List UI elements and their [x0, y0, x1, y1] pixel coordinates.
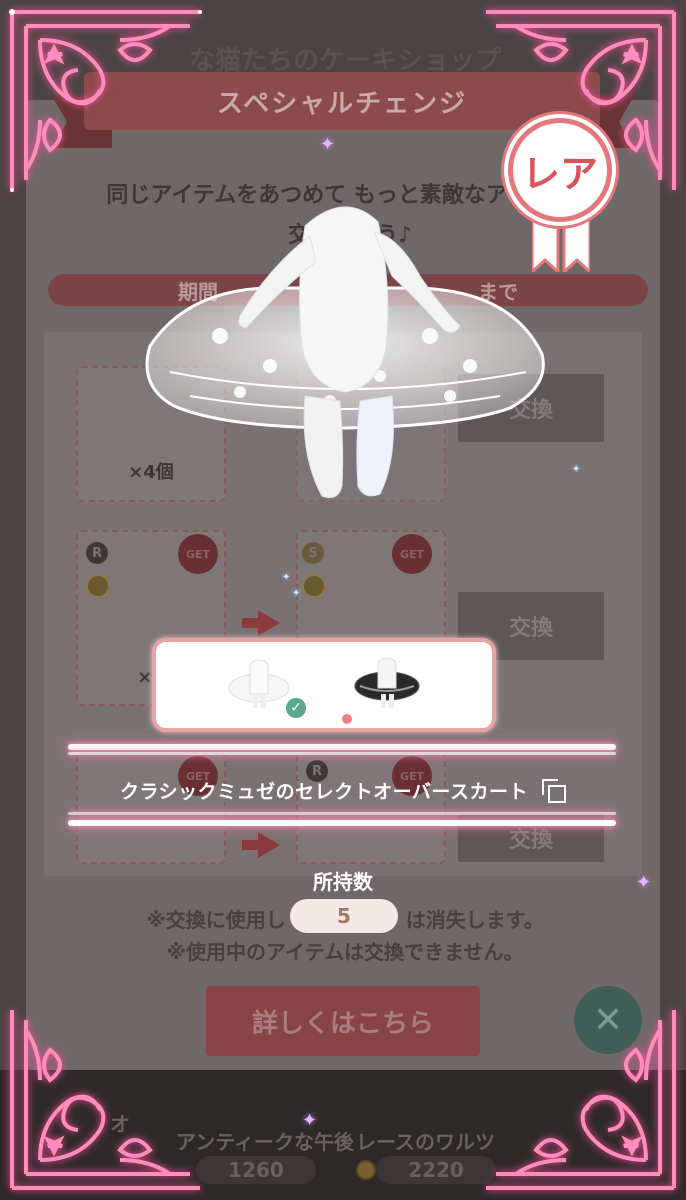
star-badge — [86, 574, 110, 598]
item-name: クラシックミュゼのセレクトオーバースカート — [120, 780, 528, 803]
name-bar-bottom-line — [68, 820, 616, 826]
coin-icon — [356, 1160, 376, 1180]
page-indicator-dot — [342, 714, 352, 724]
frame-corner-top-left — [0, 0, 210, 200]
frame-corner-bottom-right — [476, 1000, 686, 1200]
note-line-2: ※使用中のアイテムは交換できません。 — [166, 940, 524, 964]
special-change-screen: な猫たちのケーキショップ スペシャルチェンジ 同じアイテムをあつめて もっと素敵… — [0, 0, 686, 1200]
sparkle-icon: ✦ — [292, 588, 301, 599]
sparkle-icon: ✦ — [636, 872, 652, 893]
sparkle-icon: ✦ — [320, 134, 336, 155]
name-bar-top-line-inner — [68, 752, 616, 755]
details-button[interactable]: 詳しくはこちら — [206, 986, 480, 1056]
shop-item-label: レースのワルツ — [356, 1130, 495, 1154]
sparkle-icon: ✦ — [302, 1110, 318, 1131]
shop-item-price: 1260 — [196, 1156, 316, 1184]
frame-corner-bottom-left — [0, 1000, 210, 1200]
item-preview-figure — [130, 196, 560, 516]
frame-corner-top-right — [476, 0, 686, 200]
rarity-s-badge: S — [302, 542, 324, 564]
rarity-r-badge: R — [86, 542, 108, 564]
name-bar-top-line — [68, 744, 616, 750]
sparkle-icon: ✦ — [572, 464, 581, 475]
color-variant-selector: ✓ — [152, 638, 496, 732]
sparkle-icon: ✦ — [282, 572, 291, 583]
item-name-row: クラシックミュゼのセレクトオーバースカート — [68, 772, 616, 808]
arrow-icon — [242, 610, 280, 636]
get-badge: GET — [392, 534, 432, 574]
selected-check-icon: ✓ — [284, 696, 308, 720]
copy-icon[interactable] — [541, 779, 566, 803]
owned-count-value: 5 — [290, 899, 398, 933]
star-badge — [302, 574, 326, 598]
arrow-icon — [242, 832, 280, 858]
get-badge: GET — [178, 534, 218, 574]
name-bar-bottom-line-inner — [68, 812, 616, 815]
variant-white-thumbnail[interactable] — [224, 654, 294, 712]
variant-black-thumbnail[interactable] — [352, 654, 422, 712]
owned-count-label: 所持数 — [313, 870, 373, 894]
